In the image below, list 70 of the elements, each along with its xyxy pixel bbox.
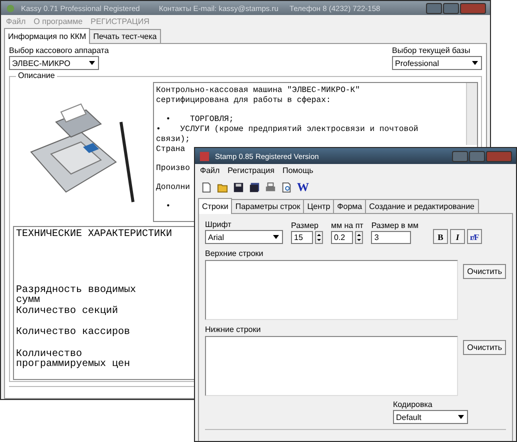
tab[interactable]: Информация по ККМ [4, 28, 90, 44]
specs-line: Количество кассиров [16, 328, 130, 338]
text-area[interactable] [205, 260, 458, 320]
field-label: Размер [291, 221, 320, 230]
database-dropdown[interactable]: Professional [392, 56, 482, 70]
minimize-button[interactable] [452, 150, 468, 162]
menu-item[interactable]: Помощь [282, 166, 314, 175]
field-label: Нижние строки [205, 325, 262, 334]
field-label: Размер в мм [371, 221, 419, 230]
close-button[interactable] [460, 2, 486, 14]
text-style-button[interactable]: B [432, 229, 448, 244]
menu-item[interactable]: Регистрация [228, 166, 274, 175]
description-line: сертифицирована для работы в сферах: [156, 96, 331, 106]
field-label: Выбор текущей базы [392, 46, 472, 55]
scrollbar[interactable] [466, 83, 477, 145]
font-dropdown[interactable]: Arial [205, 230, 283, 244]
folder-icon[interactable] [217, 182, 228, 193]
description-line: • [164, 202, 171, 212]
print-preview-icon[interactable] [281, 182, 292, 193]
specs-line: программируемых цен [16, 360, 130, 370]
tab[interactable]: Форма [333, 199, 366, 214]
specs-line: сумм [16, 296, 40, 306]
app-icon [5, 2, 16, 14]
new-document-icon[interactable] [201, 182, 212, 193]
printer-icon[interactable] [265, 182, 276, 193]
device-dropdown[interactable]: ЭЛВЕС-МИКРО [9, 56, 99, 70]
minimize-button[interactable] [426, 2, 442, 14]
size-field[interactable]: 15 [291, 231, 313, 244]
app-icon [199, 150, 210, 162]
mm-per-point-field[interactable]: 0.2 [331, 231, 353, 244]
text-area[interactable] [205, 336, 458, 396]
description-line: Произво [156, 164, 190, 174]
caret-icon [471, 59, 479, 67]
toolbar-button[interactable]: W [297, 180, 309, 195]
caret-icon [457, 413, 465, 421]
maximize-button[interactable] [469, 150, 485, 162]
description-line: • ТОРГОВЛЯ; [164, 115, 234, 125]
caret-icon [272, 233, 280, 241]
tab[interactable]: Печать тест-чека [89, 29, 161, 44]
field-label: Верхние строки [205, 249, 264, 258]
specs-line: Колличество [16, 350, 82, 360]
menu-item[interactable]: Файл [200, 166, 220, 175]
tab[interactable]: Строки [198, 198, 232, 214]
size-mm-field[interactable]: 3 [371, 231, 412, 244]
field-label: Шрифт [205, 220, 232, 229]
floppy-disks-icon[interactable] [249, 182, 260, 193]
clear-button[interactable]: Очистить [463, 340, 506, 355]
tab[interactable]: Параметры строк [231, 199, 304, 214]
specs-line: Количество секций [16, 306, 118, 317]
spinner-icon[interactable] [355, 231, 363, 244]
caret-icon [88, 59, 96, 67]
clear-button[interactable]: Очистить [463, 264, 506, 279]
description-line: Страна [156, 145, 186, 155]
maximize-button[interactable] [443, 2, 459, 14]
text-style-button[interactable]: r/F [466, 229, 482, 244]
description-line: Дополни [156, 183, 190, 193]
field-label: Выбор кассового аппарата [9, 46, 109, 55]
field-label: Кодировка [393, 400, 434, 409]
text-style-button[interactable]: I [450, 229, 465, 244]
group-title: Описание [16, 71, 57, 80]
encoding-dropdown[interactable]: Default [393, 410, 468, 424]
description-line: Контрольно-кассовая машина "ЭЛВЕС-МИКРО-К" [156, 86, 360, 96]
tab[interactable]: Центр [303, 199, 334, 214]
specs-line: Разрядность вводимых [16, 286, 136, 296]
specs-title: ТЕХНИЧЕСКИЕ ХАРАКТЕРИСТИКИ [16, 230, 172, 240]
description-line: • УСЛУГИ (кроме предприятий электросвязи и почтовой [156, 125, 418, 135]
spinner-icon[interactable] [315, 231, 323, 244]
tab[interactable]: Создание и редактирование [365, 199, 478, 214]
field-label: мм на пт [331, 221, 364, 230]
description-line: связи); [156, 135, 190, 145]
